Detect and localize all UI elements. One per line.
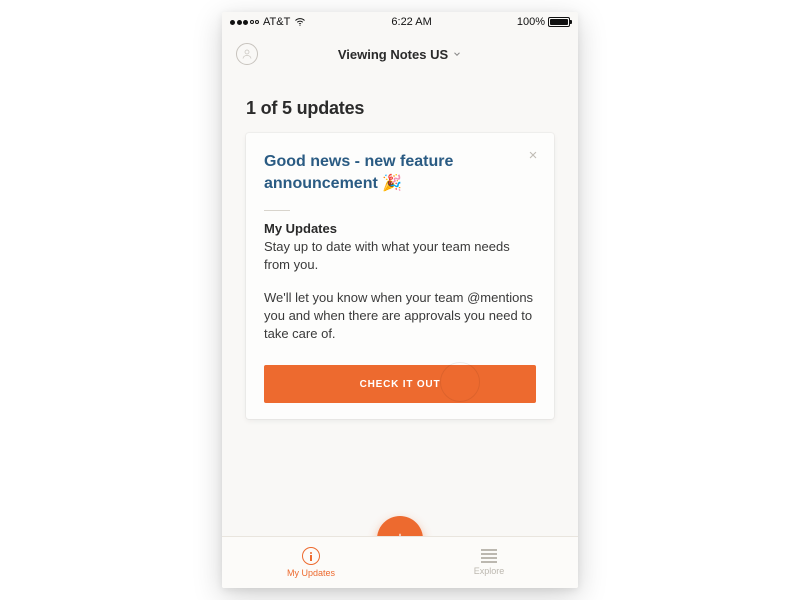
- card-paragraph-2: We'll let you know when your team @menti…: [264, 289, 536, 344]
- info-icon: [302, 547, 320, 565]
- card-title: Good news - new feature announcement 🎉: [264, 151, 536, 194]
- status-bar: AT&T 6:22 AM 100%: [222, 12, 578, 32]
- signal-strength-icon: [230, 20, 259, 25]
- tab-label: Explore: [474, 566, 505, 576]
- wifi-icon: [294, 16, 306, 28]
- card-section-label: My Updates: [264, 221, 536, 236]
- header-title-dropdown[interactable]: Viewing Notes US: [338, 47, 462, 62]
- card-paragraph-1: Stay up to date with what your team need…: [264, 238, 536, 274]
- tab-label: My Updates: [287, 568, 335, 578]
- updates-counter: 1 of 5 updates: [246, 98, 554, 119]
- chevron-down-icon: [452, 49, 462, 59]
- tab-my-updates[interactable]: My Updates: [222, 537, 400, 588]
- content-area: 1 of 5 updates × Good news - new feature…: [222, 76, 578, 536]
- update-card: × Good news - new feature announcement 🎉…: [246, 133, 554, 419]
- nav-header: Viewing Notes US: [222, 32, 578, 76]
- status-time: 6:22 AM: [391, 16, 431, 28]
- profile-avatar-button[interactable]: [236, 43, 258, 65]
- divider: [264, 210, 290, 211]
- check-it-out-button[interactable]: CHECK IT OUT: [264, 365, 536, 403]
- battery-pct-label: 100%: [517, 16, 545, 28]
- status-left: AT&T: [230, 16, 306, 28]
- carrier-label: AT&T: [263, 16, 290, 28]
- battery-icon: [548, 17, 570, 27]
- list-icon: [481, 549, 497, 563]
- close-icon[interactable]: ×: [526, 149, 540, 163]
- battery-fill: [550, 19, 568, 25]
- header-title-text: Viewing Notes US: [338, 47, 448, 62]
- person-icon: [241, 48, 253, 60]
- status-right: 100%: [517, 16, 570, 28]
- tab-explore[interactable]: Explore: [400, 537, 578, 588]
- tab-bar: My Updates Explore: [222, 536, 578, 588]
- phone-frame: AT&T 6:22 AM 100% Viewing Notes US 1 of …: [222, 12, 578, 588]
